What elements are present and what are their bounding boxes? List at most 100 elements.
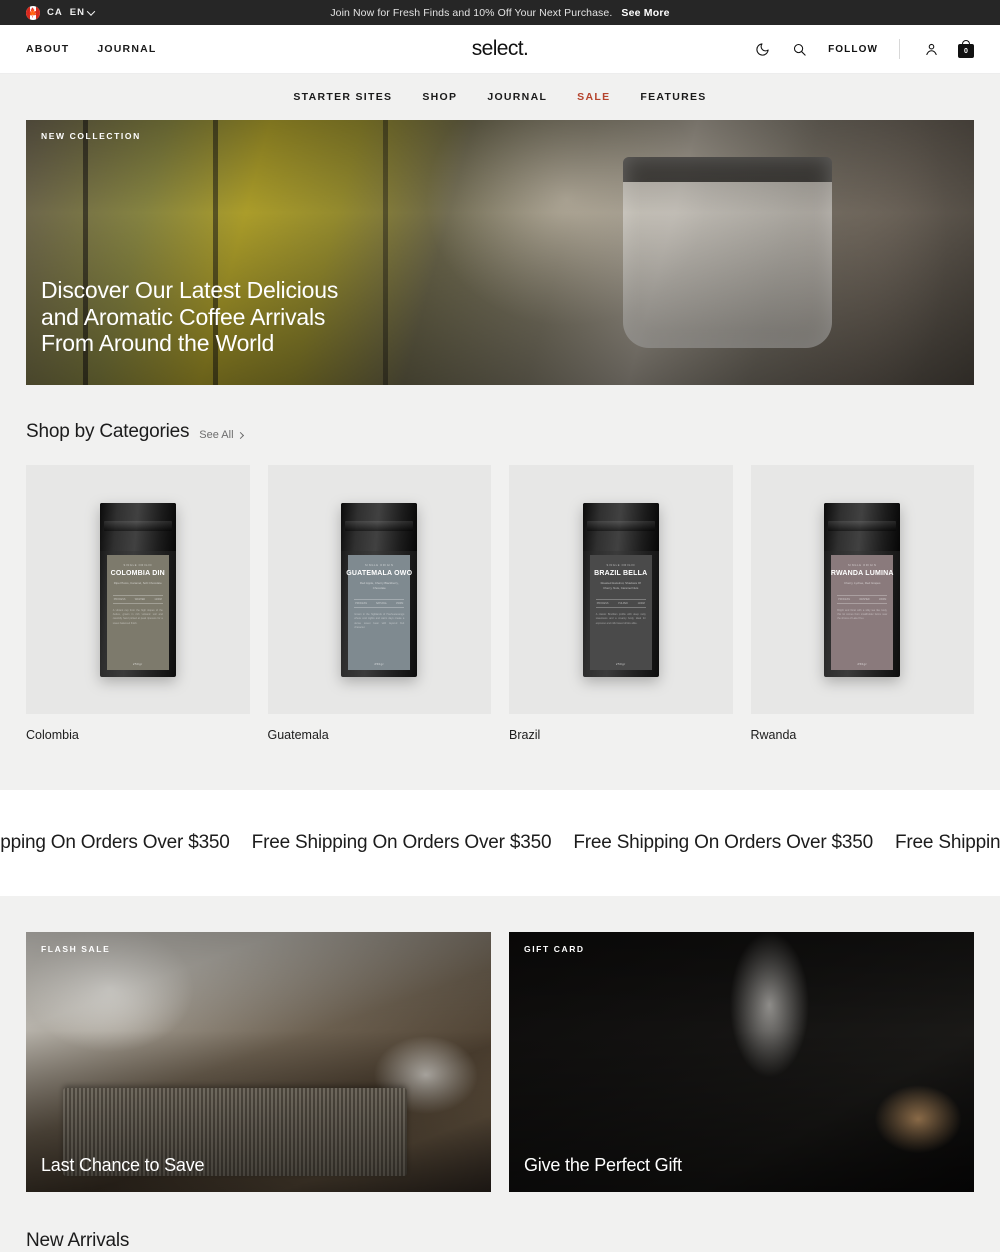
promo-title: Give the Perfect Gift <box>524 1155 682 1175</box>
category-thumbnail: SINGLE ORIGIN GUATEMALA OWO Red Apple, C… <box>267 465 491 714</box>
pack-weight: 250gr <box>132 661 143 666</box>
pack-spec: 1100M <box>637 601 645 605</box>
nav-item-sale[interactable]: SALE <box>577 91 610 103</box>
header-link-about[interactable]: ABOUT <box>26 43 69 55</box>
pack-sup: SINGLE ORIGIN <box>606 563 636 567</box>
see-all-label: See All <box>199 429 234 441</box>
category-thumbnail: SINGLE ORIGIN BRAZIL BELLA Roasted Hazel… <box>509 465 733 714</box>
chevron-right-icon <box>236 431 244 439</box>
hero-title-line-2: and Aromatic Coffee Arrivals <box>41 303 326 330</box>
pack-spec: PROCESS <box>596 601 609 605</box>
announcement-message-wrap: Join Now for Fresh Finds and 10% Off You… <box>0 7 1000 19</box>
promo-cards-section: FLASH SALE Last Chance to Save GIFT CARD… <box>0 896 1000 1192</box>
pack-spec: WASHED <box>859 597 870 601</box>
cart-count: 0 <box>964 47 968 55</box>
nav-item-journal[interactable]: JOURNAL <box>487 91 547 103</box>
pack-desc: Cherry, Lychee, Red Grapes <box>844 581 881 586</box>
moon-icon[interactable] <box>752 39 772 59</box>
pack-spec: 1500M <box>395 601 404 605</box>
header-link-journal[interactable]: JOURNAL <box>97 43 156 55</box>
marquee-item: Free Shipping On Orders Over $350 <box>573 832 874 853</box>
pack-top <box>582 502 659 551</box>
category-name: Colombia <box>26 728 79 742</box>
nav-item-shop[interactable]: SHOP <box>422 91 457 103</box>
pack-spec: WASHED <box>134 597 146 601</box>
marquee-item: Free Shipping On Orders Over $350 <box>251 832 552 853</box>
pack-weight: 250gr <box>615 661 626 666</box>
account-icon[interactable] <box>921 39 941 59</box>
pack-sup: SINGLE ORIGIN <box>123 563 153 567</box>
pack-spec: PROCESS <box>838 597 850 601</box>
pack-desc: Roasted Hazelnut, Shadows Of Cherry, Nut… <box>600 581 641 590</box>
category-card-guatemala[interactable]: SINGLE ORIGIN GUATEMALA OWO Red Apple, C… <box>267 465 491 742</box>
pack-title: COLOMBIA DIN <box>110 569 165 577</box>
new-arrivals-section: New Arrivals <box>0 1192 1000 1252</box>
promo-eyebrow: FLASH SALE <box>41 944 111 954</box>
announcement-bar: 🍁 CA EN Join Now for Fresh Finds and 10%… <box>0 0 1000 25</box>
pack-title: BRAZIL BELLA <box>594 569 648 577</box>
hero-title-line-1: Discover Our Latest Delicious <box>41 276 339 303</box>
nav-item-features[interactable]: FEATURES <box>640 91 706 103</box>
category-name: Guatemala <box>267 728 329 742</box>
follow-button[interactable]: FOLLOW <box>828 44 878 55</box>
pack-top <box>824 502 901 551</box>
hero-title-line-3: From Around the World <box>41 330 275 357</box>
see-all-link[interactable]: See All <box>199 429 244 443</box>
category-name: Rwanda <box>750 728 797 742</box>
category-thumbnail: SINGLE ORIGIN COLOMBIA DIN Ripe Plums, C… <box>26 465 250 714</box>
coffee-pack-illustration: SINGLE ORIGIN RWANDA LUMINA Cherry, Lych… <box>824 502 901 677</box>
pack-title: GUATEMALA OWO <box>346 569 413 577</box>
pack-spec: PROCESS <box>355 601 367 605</box>
header-divider <box>899 39 900 59</box>
pack-weight: 250gr <box>374 661 385 666</box>
pack-top <box>341 502 418 551</box>
promo-overlay <box>26 932 491 1192</box>
see-more-link[interactable]: See More <box>621 7 669 19</box>
coffee-pack-illustration: SINGLE ORIGIN COLOMBIA DIN Ripe Plums, C… <box>99 502 176 677</box>
pack-spec: NATURAL <box>375 601 387 605</box>
pack-body-text: Grown in the highlands of Huehuetenango … <box>354 612 405 630</box>
shipping-marquee: Free Shipping On Orders Over $350 Free S… <box>0 790 1000 896</box>
marquee-item: Free Shipping On Orders Over $350 <box>895 832 1000 853</box>
pack-desc: Red Apple, Cherry Blackberry, Chocolate <box>359 581 399 590</box>
page-title: Shop by Categories <box>26 421 190 442</box>
pack-desc: Ripe Plums, Caramel, Soft Chocolate <box>113 581 162 586</box>
pack-body-text: Bright and floral with a silky tea like … <box>837 608 888 621</box>
pack-label: SINGLE ORIGIN BRAZIL BELLA Roasted Hazel… <box>589 554 652 670</box>
cart-body: 0 <box>958 44 974 58</box>
hero-title: Discover Our Latest Delicious and Aromat… <box>41 277 338 357</box>
cart-icon[interactable]: 0 <box>958 40 974 58</box>
header-right-actions: FOLLOW 0 <box>752 39 974 59</box>
search-icon[interactable] <box>789 39 809 59</box>
pack-specs: PROCESS WASHED 1200M <box>112 594 163 604</box>
pack-weight: 250gr <box>857 661 868 666</box>
hero-banner[interactable]: NEW COLLECTION Discover Our Latest Delic… <box>26 120 974 385</box>
pack-spec: PROCESS <box>113 597 126 601</box>
pack-sup: SINGLE ORIGIN <box>847 563 877 567</box>
pack-body-text: A vibrant cup from the high slopes of th… <box>112 608 163 625</box>
pack-specs: PROCESS PULPED 1100M <box>595 598 646 608</box>
pack-top <box>99 502 176 551</box>
pack-label: SINGLE ORIGIN GUATEMALA OWO Red Apple, C… <box>346 554 413 670</box>
shop-by-categories-section: Shop by Categories See All SINGLE ORIGIN… <box>0 385 1000 742</box>
category-card-colombia[interactable]: SINGLE ORIGIN COLOMBIA DIN Ripe Plums, C… <box>26 465 250 742</box>
coffee-pack-illustration: SINGLE ORIGIN GUATEMALA OWO Red Apple, C… <box>341 502 418 677</box>
header-left-nav: ABOUT JOURNAL <box>26 43 157 55</box>
hero-eyebrow: NEW COLLECTION <box>41 131 141 141</box>
main-navigation: STARTER SITES SHOP JOURNAL SALE FEATURES <box>0 74 1000 120</box>
marquee-track: Free Shipping On Orders Over $350 Free S… <box>0 832 1000 854</box>
category-card-brazil[interactable]: SINGLE ORIGIN BRAZIL BELLA Roasted Hazel… <box>509 465 733 742</box>
promo-overlay <box>509 932 974 1192</box>
page-body: STARTER SITES SHOP JOURNAL SALE FEATURES… <box>0 74 1000 1252</box>
nav-item-starter-sites[interactable]: STARTER SITES <box>293 91 392 103</box>
site-header: ABOUT JOURNAL select. FOLLOW 0 <box>0 25 1000 74</box>
pack-label: SINGLE ORIGIN COLOMBIA DIN Ripe Plums, C… <box>106 554 169 670</box>
pack-specs: PROCESS NATURAL 1500M <box>354 598 405 608</box>
pack-sup: SINGLE ORIGIN <box>364 563 394 567</box>
pack-title: RWANDA LUMINA <box>830 569 894 577</box>
promo-card-flash-sale[interactable]: FLASH SALE Last Chance to Save <box>26 932 491 1192</box>
promo-card-gift-card[interactable]: GIFT CARD Give the Perfect Gift <box>509 932 974 1192</box>
category-card-rwanda[interactable]: SINGLE ORIGIN RWANDA LUMINA Cherry, Lych… <box>750 465 974 742</box>
pack-specs: PROCESS WASHED 1800M <box>837 594 888 604</box>
pack-body-text: A classic Brazilian profile with deep nu… <box>595 612 646 625</box>
